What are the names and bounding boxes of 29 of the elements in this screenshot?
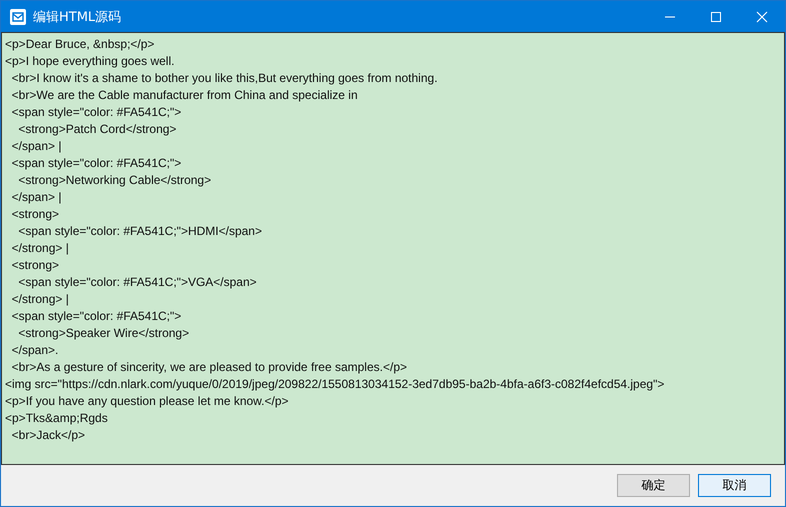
code-line: <br>Jack</p> [10,427,86,444]
ok-button[interactable]: 确定 [617,474,690,497]
code-line: </span> | [10,189,62,206]
code-line: <p>Dear Bruce, &nbsp;</p> [5,36,154,53]
code-line: <span style="color: #FA541C;"> [10,104,182,121]
code-line: <strong> [10,257,60,274]
code-line: <img src="https://cdn.nlark.com/yuque/0/2019/jpeg/209822/1550813034152-3ed7db95-ba2b-4bfa-a6f3-c082f4efcd54.jpeg"> [5,376,664,393]
code-line: <strong>Patch Cord</strong> [17,121,176,138]
code-line: <span style="color: #FA541C;"> [10,155,182,172]
code-line: </strong> | [10,291,69,308]
code-line: <span style="color: #FA541C;">VGA</span> [17,274,257,291]
code-line: <p>I hope everything goes well. [5,53,174,70]
code-line: <br>I know it's a shame to bother you like this,But everything goes from nothing. [10,70,438,87]
code-line: <p>Tks&amp;Rgds [5,410,108,427]
code-line: <br>As a gesture of sincerity, we are pleased to provide free samples.</p> [10,359,407,376]
window-title: 编辑HTML源码 [33,8,122,26]
code-line: </strong> | [10,240,69,257]
code-line: <p>If you have any question please let me know.</p> [5,393,289,410]
code-line: <span style="color: #FA541C;"> [10,308,182,325]
code-line: </span>. [10,342,58,359]
code-editor[interactable] [1,32,785,465]
code-line: <strong>Networking Cable</strong> [17,172,212,189]
mail-icon [10,8,26,24]
code-line: </span> | [10,138,62,155]
code-line: <strong> [10,206,60,223]
code-line: <br>We are the Cable manufacturer from China and specialize in [10,87,358,104]
cancel-button[interactable]: 取消 [698,474,771,497]
code-line: <span style="color: #FA541C;">HDMI</span> [17,223,262,240]
code-line: <strong>Speaker Wire</strong> [17,325,190,342]
